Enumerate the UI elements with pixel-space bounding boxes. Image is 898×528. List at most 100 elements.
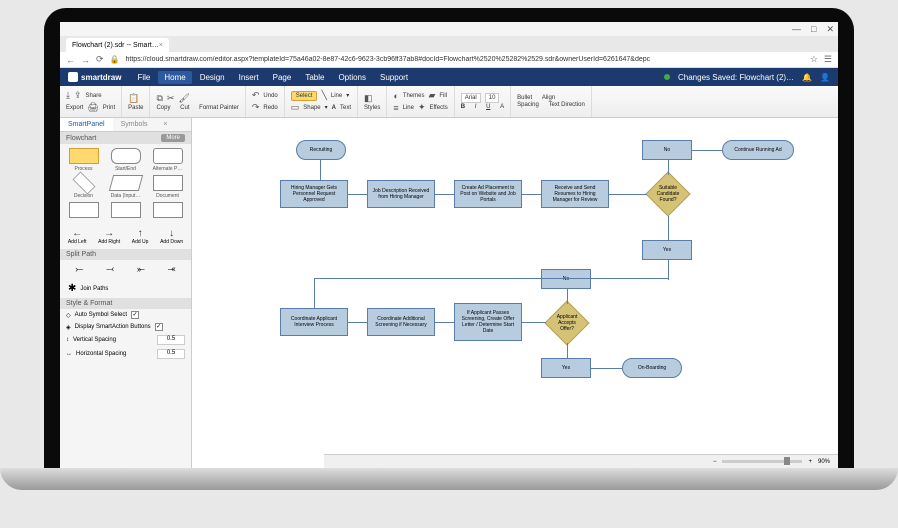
- fill-icon[interactable]: ▰: [428, 90, 435, 101]
- forward-icon[interactable]: →: [81, 55, 90, 65]
- hspace-input[interactable]: 0.5: [157, 349, 185, 359]
- tab-symbols[interactable]: Symbols: [113, 118, 156, 131]
- tab-close-icon[interactable]: ×: [159, 42, 163, 49]
- effects-icon[interactable]: ✦: [418, 102, 426, 113]
- menu-insert[interactable]: Insert: [233, 71, 265, 84]
- share-icon[interactable]: ⇪: [74, 90, 82, 101]
- shape-alternate[interactable]: Alternate P…: [148, 148, 187, 172]
- node-yes1[interactable]: Yes: [642, 240, 692, 260]
- bullet-button[interactable]: Bullet: [517, 95, 532, 101]
- underline-button[interactable]: U: [486, 104, 490, 110]
- menu-file[interactable]: File: [131, 71, 156, 84]
- split-4-icon[interactable]: ⤛: [168, 264, 176, 275]
- line-style-icon[interactable]: ≡: [393, 103, 398, 113]
- reload-icon[interactable]: ⟳: [96, 54, 104, 65]
- node-n7[interactable]: If Applicant Passes Screening, Create Of…: [454, 303, 522, 341]
- shape-extra1[interactable]: [64, 202, 103, 220]
- browser-tab[interactable]: Flowchart (2).sdr -- Smart… ×: [66, 38, 169, 52]
- cut-icon[interactable]: ✂: [167, 93, 175, 104]
- menu-support[interactable]: Support: [374, 71, 414, 84]
- direction-button[interactable]: Text Direction: [548, 102, 584, 108]
- join-label[interactable]: Join Paths: [80, 286, 108, 292]
- more-button[interactable]: More: [161, 134, 185, 142]
- menu-home[interactable]: Home: [158, 71, 191, 84]
- styles-icon[interactable]: ◧: [364, 93, 373, 104]
- brand-text: smartdraw: [81, 73, 121, 82]
- url-text[interactable]: https://cloud.smartdraw.com/editor.aspx?…: [126, 56, 804, 63]
- menu-icon[interactable]: ☰: [824, 54, 832, 65]
- node-n1[interactable]: Hiring Manager Gets Personnel Request Ap…: [280, 180, 348, 208]
- copy-icon[interactable]: ⧉: [156, 93, 162, 104]
- add-down-button[interactable]: ↓Add Down: [160, 228, 183, 245]
- node-n6[interactable]: Coordinate Additional Screening if Neces…: [367, 308, 435, 336]
- user-icon[interactable]: 👤: [820, 73, 830, 82]
- bold-button[interactable]: B: [461, 104, 465, 110]
- zoom-slider[interactable]: [722, 460, 802, 463]
- shape-start-end[interactable]: Start/End: [106, 148, 145, 172]
- add-right-button[interactable]: →Add Right: [98, 228, 120, 245]
- undo-icon[interactable]: ↶: [252, 90, 260, 101]
- node-n4[interactable]: Receive and Send Resumes to Hiring Manag…: [541, 180, 609, 208]
- split-3-icon[interactable]: ⤜: [137, 264, 145, 275]
- node-recruiting[interactable]: Recruiting: [296, 140, 346, 160]
- font-name-input[interactable]: Arial: [461, 93, 481, 103]
- menu-page[interactable]: Page: [267, 71, 298, 84]
- back-icon[interactable]: ←: [66, 55, 75, 65]
- line-tool-icon[interactable]: ╲: [321, 90, 326, 101]
- auto-symbol-checkbox[interactable]: ✓: [131, 311, 139, 319]
- add-left-button[interactable]: ←Add Left: [68, 228, 87, 245]
- italic-button[interactable]: I: [475, 104, 477, 110]
- shape-document[interactable]: Document: [148, 175, 187, 199]
- split-2-icon[interactable]: ⤙: [106, 264, 114, 275]
- select-button[interactable]: Select: [291, 91, 318, 101]
- themes-icon[interactable]: ◐: [393, 91, 398, 101]
- font-color-icon[interactable]: A: [500, 104, 504, 110]
- format-painter-icon[interactable]: 🖌: [178, 93, 189, 104]
- node-n2[interactable]: Job Description Received from Hiring Man…: [367, 180, 435, 208]
- shape-decision[interactable]: Decision: [64, 175, 103, 199]
- zoom-out-icon[interactable]: −: [713, 459, 717, 465]
- connector: [609, 194, 647, 195]
- node-n3[interactable]: Create Ad Placement to Post on Website a…: [454, 180, 522, 208]
- node-onboard[interactable]: On-Boarding: [622, 358, 682, 378]
- spacing-button[interactable]: Spacing: [517, 102, 539, 108]
- font-size-input[interactable]: 10: [485, 93, 500, 103]
- add-up-button[interactable]: ↑Add Up: [132, 228, 149, 245]
- minimize-icon[interactable]: —: [792, 24, 801, 34]
- node-n5[interactable]: Coordinate Applicant Interview Process: [280, 308, 348, 336]
- print-icon[interactable]: 🖨: [87, 102, 98, 113]
- export-label[interactable]: Export: [66, 105, 83, 111]
- shape-process[interactable]: Process: [64, 148, 103, 172]
- smart-action-checkbox[interactable]: ✓: [155, 323, 163, 331]
- join-icon[interactable]: ✱: [68, 283, 76, 294]
- flowchart-canvas[interactable]: Recruiting No Continue Running Ad Hiring…: [192, 118, 838, 468]
- node-continue[interactable]: Continue Running Ad: [722, 140, 794, 160]
- node-d1[interactable]: Suitable Candidate Found?: [645, 171, 690, 216]
- app-logo[interactable]: smartdraw: [68, 72, 121, 82]
- notification-icon[interactable]: 🔔: [802, 73, 812, 82]
- zoom-in-icon[interactable]: +: [808, 459, 812, 465]
- tab-close-icon[interactable]: ×: [155, 118, 175, 131]
- shape-data[interactable]: Data (Input…: [106, 175, 145, 199]
- node-yes2[interactable]: Yes: [541, 358, 591, 378]
- redo-icon[interactable]: ↷: [252, 102, 260, 113]
- menu-options[interactable]: Options: [332, 71, 372, 84]
- menu-table[interactable]: Table: [299, 71, 330, 84]
- menu-design[interactable]: Design: [194, 71, 231, 84]
- paste-icon[interactable]: 📋: [128, 93, 139, 104]
- export-icon[interactable]: ⤓: [66, 90, 70, 101]
- shape-extra2[interactable]: [106, 202, 145, 220]
- node-no1[interactable]: No: [642, 140, 692, 160]
- shape-extra3[interactable]: [148, 202, 187, 220]
- shape-icon[interactable]: ▭: [291, 102, 300, 113]
- close-icon[interactable]: ✕: [826, 24, 834, 35]
- split-1-icon[interactable]: ⤚: [75, 264, 83, 275]
- tab-smartpanel[interactable]: SmartPanel: [60, 118, 113, 131]
- vspace-input[interactable]: 0.5: [157, 335, 185, 345]
- paste-label[interactable]: Paste: [128, 105, 143, 111]
- star-icon[interactable]: ☆: [810, 54, 818, 65]
- node-d2[interactable]: Applicant Accepts Offer?: [544, 300, 589, 345]
- align-button[interactable]: Align: [542, 95, 555, 101]
- node-no2[interactable]: No: [541, 269, 591, 289]
- maximize-icon[interactable]: □: [811, 24, 816, 34]
